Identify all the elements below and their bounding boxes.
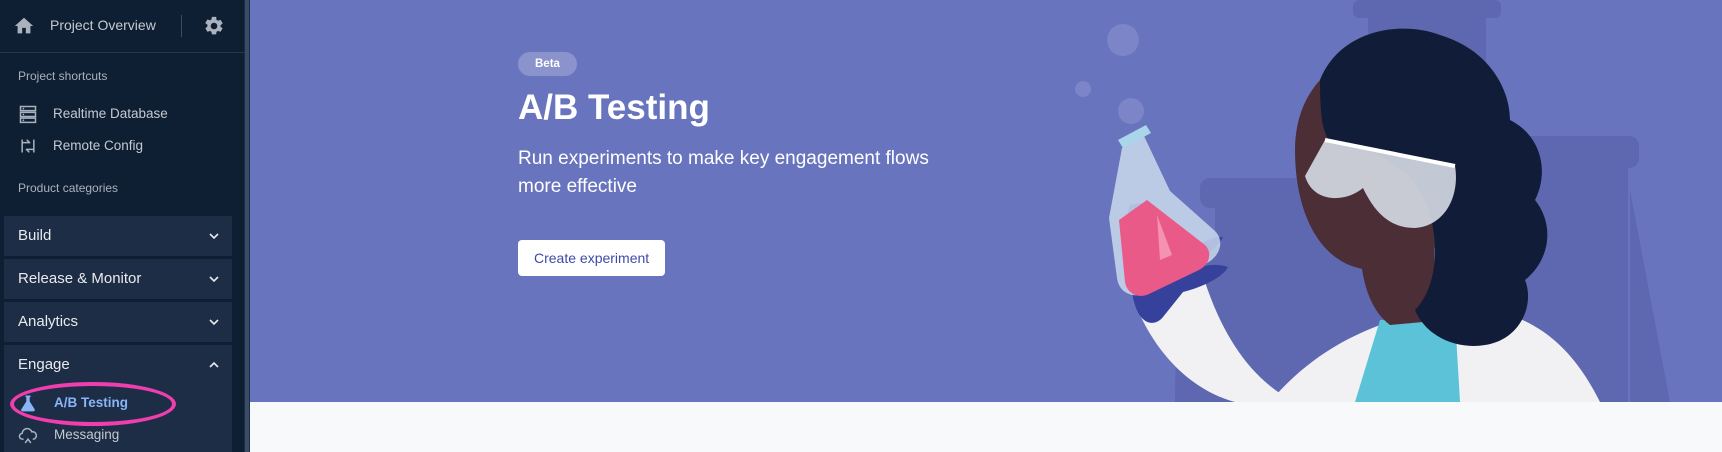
highlight-annotation xyxy=(10,382,176,426)
product-categories-caption: Product categories xyxy=(18,181,119,195)
category-label: Analytics xyxy=(18,313,79,330)
topbar-divider xyxy=(181,15,182,37)
category-build[interactable]: Build xyxy=(4,216,232,256)
sidebar: Project Overview Project shortcuts Realt… xyxy=(0,0,244,452)
database-icon xyxy=(18,104,38,124)
chevron-up-icon xyxy=(206,357,222,373)
create-experiment-button[interactable]: Create experiment xyxy=(518,240,666,276)
shortcut-label: Remote Config xyxy=(53,138,144,153)
scientist-illustration xyxy=(1075,0,1670,402)
chevron-down-icon xyxy=(206,228,222,244)
hero-banner: Beta A/B Testing Run experiments to make… xyxy=(250,0,1722,402)
category-label: Release & Monitor xyxy=(18,270,142,287)
project-overview-link[interactable]: Project Overview xyxy=(50,17,156,33)
sidebar-topbar: Project Overview xyxy=(0,0,244,53)
page-subtitle: Run experiments to make key engagement f… xyxy=(518,148,929,197)
category-label: Engage xyxy=(18,356,70,373)
nav-item-label: Messaging xyxy=(54,427,120,442)
content-area xyxy=(250,402,1722,452)
shortcut-remote-config[interactable]: Remote Config xyxy=(0,131,244,161)
remote-config-icon xyxy=(18,136,38,156)
shortcut-realtime-database[interactable]: Realtime Database xyxy=(0,99,244,129)
project-shortcuts-caption: Project shortcuts xyxy=(18,69,108,83)
home-icon[interactable] xyxy=(13,15,35,37)
category-engage[interactable]: Engage xyxy=(4,345,232,385)
category-label: Build xyxy=(18,227,52,244)
sidebar-scrollbar[interactable] xyxy=(245,0,249,452)
chevron-down-icon xyxy=(206,314,222,330)
beta-badge: Beta xyxy=(518,52,577,76)
shortcut-label: Realtime Database xyxy=(53,106,168,121)
category-release-monitor[interactable]: Release & Monitor xyxy=(4,259,232,299)
page-title: A/B Testing xyxy=(518,88,710,127)
messaging-icon xyxy=(18,425,38,445)
category-analytics[interactable]: Analytics xyxy=(4,302,232,342)
chevron-down-icon xyxy=(206,271,222,287)
gear-icon[interactable] xyxy=(203,15,225,37)
